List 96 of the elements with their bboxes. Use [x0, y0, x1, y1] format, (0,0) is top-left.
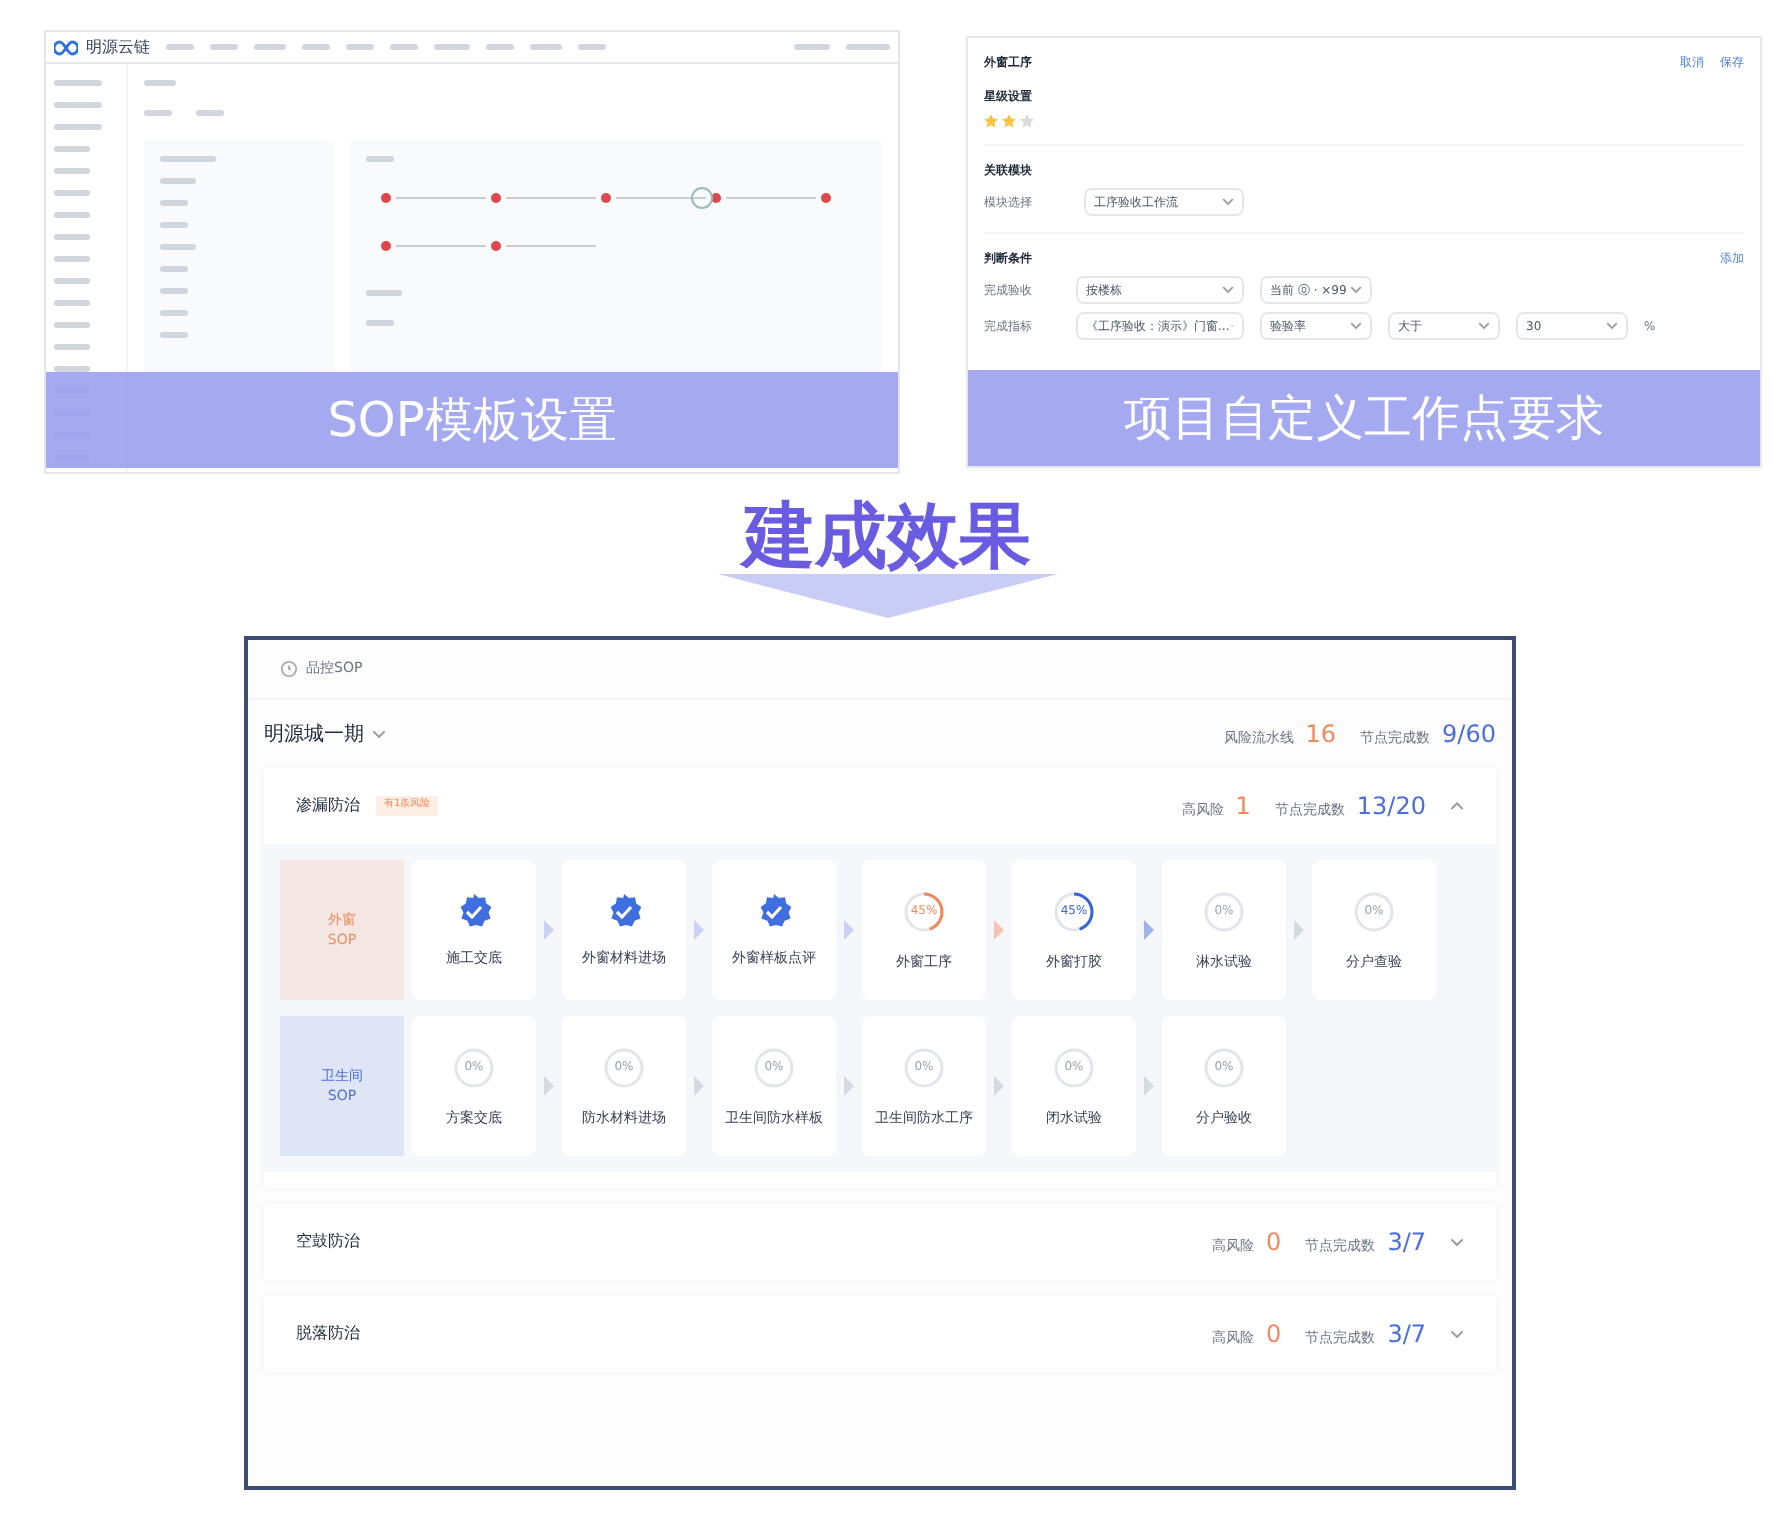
stat-value: 3/7 [1387, 1226, 1426, 1260]
chevron-icon [694, 1076, 704, 1096]
collapse-toggle[interactable] [1450, 801, 1464, 811]
blurred-text [54, 80, 102, 86]
stat-value: 0 [1266, 1318, 1282, 1352]
chevron-icon [694, 920, 704, 940]
caption-text: SOP模板设置 [327, 390, 617, 452]
blurred-text [54, 300, 90, 306]
blurred-text [254, 44, 286, 50]
blurred-text [486, 44, 514, 50]
chevron-icon [844, 1076, 854, 1096]
star-rating[interactable] [984, 114, 1744, 146]
progress-ring [1350, 887, 1398, 936]
star-icon [1020, 114, 1034, 128]
stat-value: 16 [1305, 718, 1337, 752]
logo-icon [54, 39, 78, 55]
blurred-text [54, 146, 90, 152]
progress-ring [1200, 1043, 1248, 1092]
blurred-text [366, 320, 394, 326]
chevron-icon [1450, 1237, 1464, 1247]
chevron-icon [844, 920, 854, 940]
progress-ring [1200, 887, 1248, 936]
blurred-text [160, 156, 216, 162]
stat-value: 3/7 [1387, 1318, 1426, 1352]
stat-value: 0 [1266, 1226, 1282, 1260]
chevron-icon [1450, 801, 1464, 811]
chevron-icon [1144, 1076, 1154, 1096]
blurred-text [160, 222, 188, 228]
chevron-icon [1222, 286, 1234, 294]
stat-value: 13/20 [1356, 790, 1426, 824]
chevron-icon [1294, 920, 1304, 940]
blurred-text [302, 44, 330, 50]
blurred-text [54, 366, 90, 372]
blurred-text [366, 290, 402, 296]
blurred-text [846, 44, 890, 50]
chevron-icon [1222, 198, 1234, 206]
blurred-text [144, 80, 176, 86]
chevron-icon [994, 1076, 1004, 1096]
blurred-text [54, 344, 90, 350]
progress-ring [900, 1043, 948, 1092]
chevron-icon [1450, 1329, 1464, 1339]
star-icon [984, 114, 998, 128]
blurred-text [530, 44, 562, 50]
progress-ring [1050, 1043, 1098, 1092]
blurred-text [434, 44, 470, 50]
blurred-text [160, 310, 188, 316]
chevron-icon [1144, 920, 1154, 940]
blurred-text [160, 288, 188, 294]
collapse-toggle[interactable] [1450, 1329, 1464, 1339]
blurred-text [54, 190, 90, 196]
stat-value: 9/60 [1442, 718, 1496, 752]
stat-value: 1 [1235, 790, 1251, 824]
blurred-text [54, 168, 90, 174]
blurred-text [166, 44, 194, 50]
chevron-icon [544, 1076, 554, 1096]
progress-ring [450, 1043, 498, 1092]
down-arrow-icon [717, 574, 1057, 618]
blurred-text [54, 212, 90, 218]
chevron-icon [1350, 286, 1362, 294]
chevron-icon [544, 920, 554, 940]
section-title: 脱落防治 [296, 1322, 360, 1346]
blurred-text [390, 44, 418, 50]
headline: 建成效果 [743, 502, 1031, 574]
chevron-icon [1478, 322, 1490, 330]
clock-icon [280, 660, 298, 678]
blurred-text [794, 44, 830, 50]
blurred-text [54, 322, 90, 328]
progress-ring [600, 1043, 648, 1092]
project-select[interactable]: 明源城一期 [264, 719, 386, 749]
blurred-text [366, 156, 394, 162]
blurred-text [54, 124, 102, 130]
blurred-text [54, 102, 102, 108]
blurred-text [210, 44, 238, 50]
blurred-text [160, 178, 196, 184]
blurred-text [346, 44, 374, 50]
section-title: 渗漏防治 [296, 794, 360, 818]
chevron-icon [372, 729, 386, 739]
caption-text: 项目自定义工作点要求 [1124, 388, 1604, 450]
blurred-text [578, 44, 606, 50]
blurred-text [196, 110, 224, 116]
blurred-text [144, 110, 172, 116]
star-icon [1002, 114, 1016, 128]
blurred-text [54, 234, 90, 240]
blurred-text [160, 332, 188, 338]
section-title: 空鼓防治 [296, 1230, 360, 1254]
blurred-text [160, 244, 196, 250]
chevron-icon [994, 920, 1004, 940]
blurred-text [160, 200, 188, 206]
progress-ring [750, 1043, 798, 1092]
chevron-icon [1350, 322, 1362, 330]
blurred-text [54, 278, 90, 284]
collapse-toggle[interactable] [1450, 1237, 1464, 1247]
blurred-text [160, 266, 188, 272]
blurred-text [54, 256, 90, 262]
logo-text: 明源云链 [86, 35, 150, 59]
chevron-icon [1606, 322, 1618, 330]
